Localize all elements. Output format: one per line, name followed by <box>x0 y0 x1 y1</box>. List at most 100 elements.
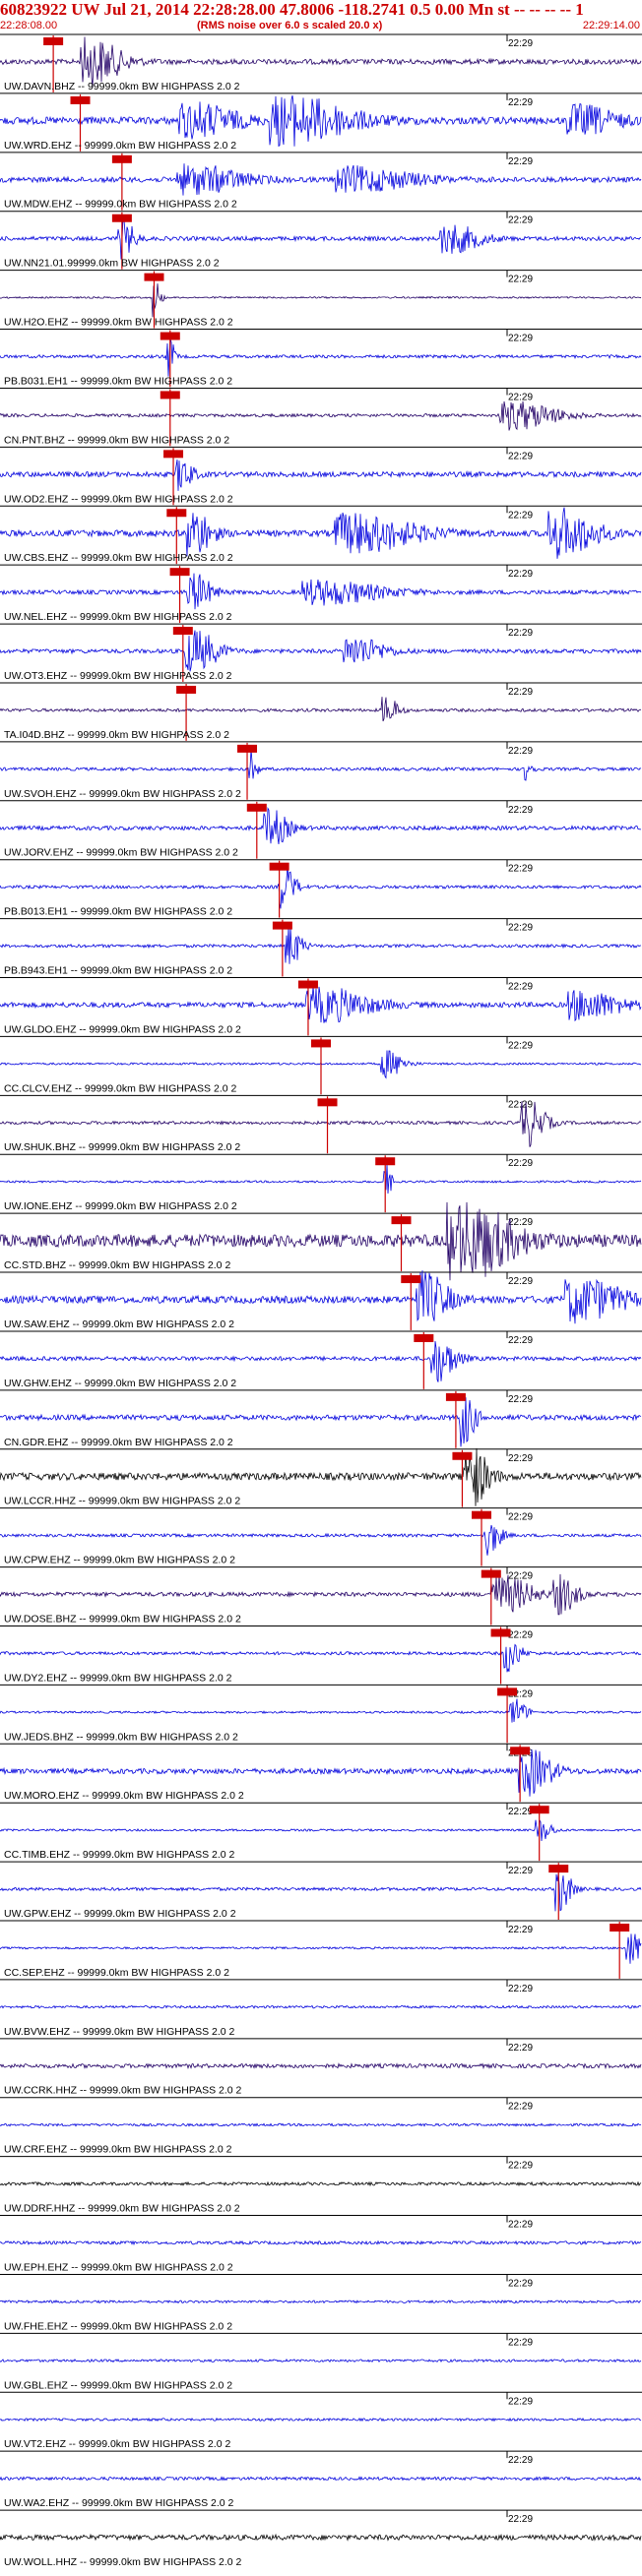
station-label: UW.NEL.EHZ -- 99999.0km BW HIGHPASS 2.0 … <box>4 611 232 623</box>
trace-row: 22:29 UW.SAW.EHZ -- 99999.0km BW HIGHPASS… <box>0 1270 642 1330</box>
minute-tick-label: 22:29 <box>508 2455 533 2466</box>
trace-row: 22:29 UW.CCRK.HHZ -- 99999.0km BW HIGHPAS… <box>0 2038 642 2097</box>
minute-tick-label: 22:29 <box>508 2043 533 2054</box>
waveform <box>0 2062 642 2070</box>
minute-tick-label: 22:29 <box>508 1512 533 1523</box>
station-label: UW.WA2.EHZ -- 99999.0km BW HIGHPASS 2.0 … <box>4 2497 234 2509</box>
pick-marker <box>169 568 190 577</box>
trace-row: 22:29 UW.WOLL.HHZ -- 99999.0km BW HIGHPAS… <box>0 2509 642 2568</box>
waveform <box>0 2417 642 2423</box>
waveform <box>0 986 642 1023</box>
rms-note: (RMS noise over 6.0 s scaled 20.0 x) <box>197 20 383 31</box>
station-label: TA.I04D.BHZ -- 99999.0km BW HIGHPASS 2.0… <box>4 729 229 741</box>
pick-marker <box>401 1275 421 1284</box>
minute-tick-label: 22:29 <box>508 275 533 285</box>
station-label: UW.VT2.EHZ -- 99999.0km BW HIGHPASS 2.0 … <box>4 2438 230 2450</box>
minute-tick-label: 22:29 <box>508 1276 533 1287</box>
station-label: CN.PNT.BHZ -- 99999.0km BW HIGHPASS 2.0 … <box>4 434 229 446</box>
pick-marker <box>70 95 91 104</box>
pick-marker <box>237 744 258 753</box>
trace-row: 22:29 UW.EPH.EHZ -- 99999.0km BW HIGHPASS… <box>0 2215 642 2273</box>
waveform <box>0 573 642 610</box>
minute-tick-label: 22:29 <box>508 215 533 226</box>
trace-row: 22:29 UW.CBS.EHZ -- 99999.0km BW HIGHPASS… <box>0 505 642 565</box>
minute-tick-label: 22:29 <box>508 805 533 816</box>
trace-row: 22:29 UW.GLDO.EHZ -- 99999.0km BW HIGHPAS… <box>0 977 642 1036</box>
minute-tick-label: 22:29 <box>508 38 533 49</box>
station-label: UW.IONE.EHZ -- 99999.0km BW HIGHPASS 2.0… <box>4 1200 237 1212</box>
station-label: UW.CRF.EHZ -- 99999.0km BW HIGHPASS 2.0 … <box>4 2144 232 2156</box>
minute-tick-label: 22:29 <box>508 97 533 108</box>
minute-tick-label: 22:29 <box>508 628 533 639</box>
waveform <box>0 2180 642 2187</box>
trace-row: 22:29 UW.GHW.EHZ -- 99999.0km BW HIGHPASS… <box>0 1330 642 1389</box>
trace-row: 22:29 UW.CRF.EHZ -- 99999.0km BW HIGHPASS… <box>0 2097 642 2156</box>
station-label: CC.CLCV.EHZ -- 99999.0km BW HIGHPASS 2.0… <box>4 1082 236 1094</box>
minute-tick-label: 22:29 <box>508 1040 533 1051</box>
pick-marker <box>176 685 197 694</box>
pick-marker <box>548 1865 569 1873</box>
waveform <box>0 1747 642 1797</box>
minute-tick-label: 22:29 <box>508 1866 533 1876</box>
pick-marker <box>445 1392 466 1401</box>
pick-marker <box>160 391 180 399</box>
trace-row: 22:29 UW.OT3.EHZ -- 99999.0km BW HIGHPASS… <box>0 623 642 682</box>
station-label: UW.DY2.EHZ -- 99999.0km BW HIGHPASS 2.0 … <box>4 1672 232 1684</box>
station-label: UW.WOLL.HHZ -- 99999.0km BW HIGHPASS 2.0… <box>4 2556 242 2568</box>
station-label: CC.STD.BHZ -- 99999.0km BW HIGHPASS 2.0 … <box>4 1259 230 1271</box>
trace-row: 22:29 UW.H2O.EHZ -- 99999.0km BW HIGHPASS… <box>0 270 642 329</box>
station-label: UW.MDW.EHZ -- 99999.0km BW HIGHPASS 2.0 … <box>4 199 237 211</box>
station-label: PB.B031.EH1 -- 99999.0km BW HIGHPASS 2.0… <box>4 375 232 387</box>
waveform <box>0 1573 642 1616</box>
station-label: UW.WRD.EHZ -- 99999.0km BW HIGHPASS 2.0 … <box>4 140 236 152</box>
time-range-bar: 22:28:08.00 (RMS noise over 6.0 s scaled… <box>0 19 642 32</box>
trace-row: 22:29 UW.OD2.EHZ -- 99999.0km BW HIGHPASS… <box>0 446 642 505</box>
station-label: CC.SEP.EHZ -- 99999.0km BW HIGHPASS 2.0 … <box>4 1967 229 1979</box>
minute-tick-label: 22:29 <box>508 2396 533 2407</box>
trace-row: 22:29 UW.GPW.EHZ -- 99999.0km BW HIGHPASS… <box>0 1861 642 1921</box>
minute-tick-label: 22:29 <box>508 569 533 580</box>
minute-tick-label: 22:29 <box>508 1807 533 1817</box>
waveform <box>0 1933 642 1964</box>
trace-row: 22:29 CC.CLCV.EHZ -- 99999.0km BW HIGHPAS… <box>0 1035 642 1095</box>
pick-marker <box>166 509 187 518</box>
station-label: UW.CPW.EHZ -- 99999.0km BW HIGHPASS 2.0 … <box>4 1555 235 1566</box>
minute-tick-label: 22:29 <box>508 1217 533 1228</box>
waveform <box>0 1698 642 1723</box>
station-label: UW.GPW.EHZ -- 99999.0km BW HIGHPASS 2.0 … <box>4 1908 236 1920</box>
station-label: PB.B943.EH1 -- 99999.0km BW HIGHPASS 2.0… <box>4 965 232 977</box>
trace-row: 22:29 UW.WA2.EHZ -- 99999.0km BW HIGHPASS… <box>0 2450 642 2509</box>
waveform <box>0 806 641 845</box>
minute-tick-label: 22:29 <box>508 923 533 934</box>
pick-marker <box>490 1628 511 1637</box>
waveform <box>0 507 642 559</box>
pick-marker <box>375 1157 396 1166</box>
station-label: UW.BVW.EHZ -- 99999.0km BW HIGHPASS 2.0 … <box>4 2026 235 2038</box>
minute-tick-label: 22:29 <box>508 510 533 521</box>
waveform <box>0 865 642 909</box>
trace-row: 22:29 CN.PNT.BHZ -- 99999.0km BW HIGHPASS… <box>0 387 642 447</box>
station-label: UW.GLDO.EHZ -- 99999.0km BW HIGHPASS 2.0… <box>4 1023 241 1035</box>
station-label: UW.SVOH.EHZ -- 99999.0km BW HIGHPASS 2.0… <box>4 788 241 800</box>
minute-tick-label: 22:29 <box>508 392 533 402</box>
pick-marker <box>272 921 292 930</box>
trace-row: 22:29 UW.SHUK.BHZ -- 99999.0km BW HIGHPAS… <box>0 1094 642 1154</box>
pick-marker <box>163 450 184 459</box>
waveform <box>0 2122 642 2127</box>
station-label: UW.JEDS.BHZ -- 99999.0km BW HIGHPASS 2.0… <box>4 1731 238 1743</box>
waveform <box>0 1101 642 1147</box>
pick-marker <box>472 1510 491 1519</box>
waveform <box>0 460 642 491</box>
waveform <box>0 1818 642 1842</box>
waveform <box>0 2300 642 2304</box>
minute-tick-label: 22:29 <box>508 1571 533 1582</box>
station-label: UW.JORV.EHZ -- 99999.0km BW HIGHPASS 2.0… <box>4 847 238 859</box>
waveform <box>0 926 641 964</box>
trace-row: 22:29 UW.LCCR.HHZ -- 99999.0km BW HIGHPAS… <box>0 1447 642 1507</box>
minute-tick-label: 22:29 <box>508 2278 533 2289</box>
station-label: UW.OT3.EHZ -- 99999.0km BW HIGHPASS 2.0 … <box>4 670 232 682</box>
seismogram-panel: 22:29 UW.DAVN.BHZ -- 99999.0km BW HIGHPAS… <box>0 33 642 2568</box>
pick-marker <box>111 214 132 222</box>
trace-row: 22:29UW.JEDS.BHZ -- 99999.0km BW HIGHPAS… <box>0 1684 642 1744</box>
pick-marker <box>510 1747 531 1755</box>
